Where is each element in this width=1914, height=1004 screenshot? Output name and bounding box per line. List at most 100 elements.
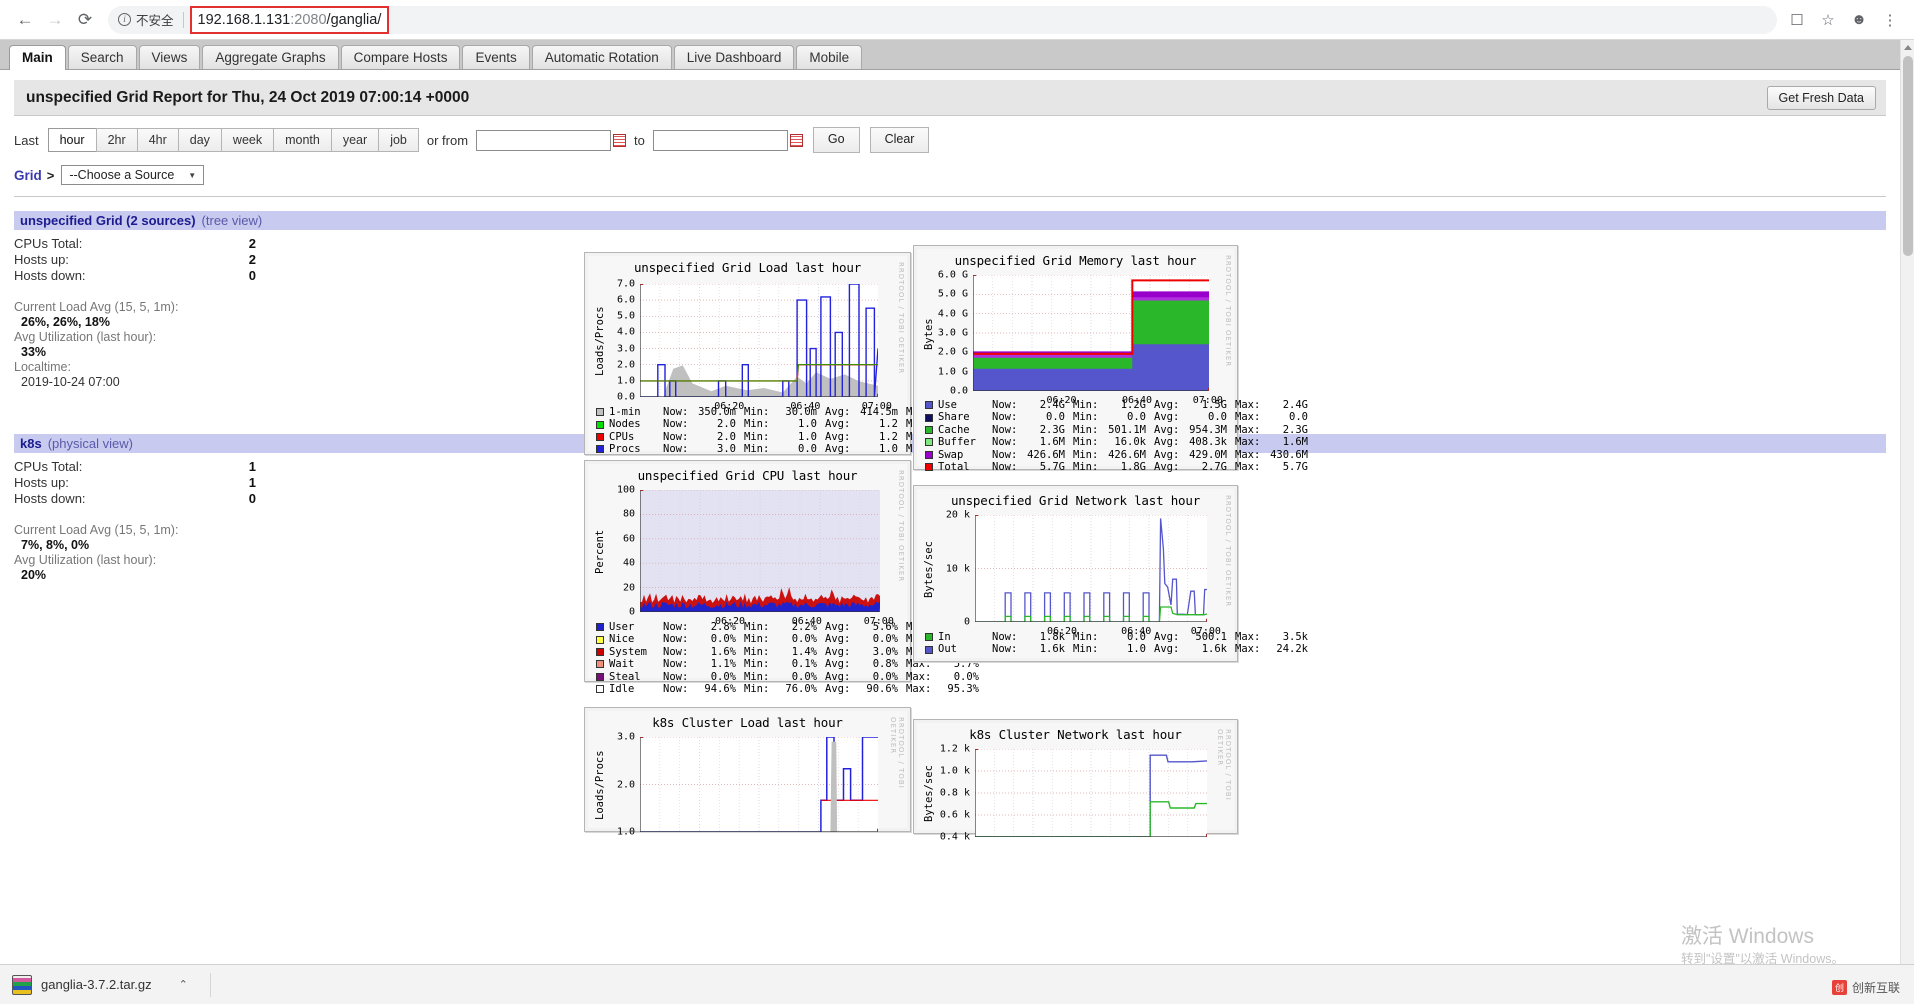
profile-icon[interactable]: ☻ [1845, 6, 1873, 34]
legend-stat-label: Min: [744, 430, 770, 443]
graph-title: unspecified Grid Network last hour [950, 493, 1201, 508]
legend-row: Idle Now: 94.6% Min: 76.0% Avg: 90.6% Max: 95.3% [596, 683, 987, 695]
legend-stat-label: Avg: [825, 443, 851, 456]
legend-stat-value: 0.0 [1127, 631, 1146, 643]
graph-title: unspecified Grid CPU last hour [637, 468, 858, 483]
tab-events[interactable]: Events [462, 45, 530, 69]
legend-stat-label: Min: [1073, 399, 1099, 411]
y-axis-tick: 0.0 [949, 385, 968, 397]
graph-panel-grid-cpu[interactable]: unspecified Grid CPU last hour RRDTOOL / … [584, 460, 979, 695]
vertical-scrollbar[interactable] [1900, 40, 1914, 1004]
chevron-up-icon[interactable]: ⌃ [179, 978, 188, 991]
legend-series-name: Cache [938, 423, 970, 436]
plot-svg [640, 490, 880, 612]
go-button[interactable]: Go [812, 127, 860, 153]
legend-stat-label: Avg: [1154, 643, 1180, 656]
graph-panel-grid-network[interactable]: unspecified Grid Network last hour RRDTOO… [913, 485, 1308, 662]
tab-views[interactable]: Views [138, 45, 201, 69]
legend-stat-value: 414.5m [860, 406, 898, 418]
address-bar[interactable]: i 不安全 192.168.1.131:2080/ganglia/ [108, 5, 1777, 34]
tab-live-dashboard[interactable]: Live Dashboard [673, 45, 795, 69]
legend-stat-label: Now: [992, 631, 1018, 643]
rrdtool-watermark: RRDTOOL / TOBI OETIKER [1224, 255, 1232, 368]
tab-search[interactable]: Search [67, 45, 137, 69]
y-axis-tick: 0.4 k [939, 831, 970, 843]
legend-row: Steal Now: 0.0% Min: 0.0% Avg: 0.0% Max: 0.0% [596, 671, 987, 683]
back-arrow-icon[interactable]: ← [10, 5, 40, 35]
forward-arrow-icon[interactable]: → [40, 5, 70, 35]
calendar-icon-to[interactable] [789, 133, 803, 147]
to-date-input[interactable] [652, 129, 788, 151]
legend-stat-value: 0.0% [953, 670, 979, 683]
graph-panel-k8s-network[interactable]: k8s Cluster Network last hour RRDTOOL / T… [913, 719, 1238, 843]
reload-icon[interactable]: ⟳ [70, 5, 100, 35]
range-button-day[interactable]: day [177, 127, 221, 152]
clear-button[interactable]: Clear [869, 127, 930, 153]
range-button-group: hour 2hr 4hr day week month year job [47, 127, 419, 152]
graph-panel-k8s-load[interactable]: k8s Cluster Load last hour RRDTOOL / TOBI… [584, 707, 911, 838]
download-bar: ganglia-3.7.2.tar.gz ⌃ 创 创新互联 [0, 964, 1914, 1004]
series-trace [640, 737, 878, 832]
graph-panel-grid-load[interactable]: unspecified Grid Load last hour RRDTOOL /… [584, 252, 979, 456]
section-view-link[interactable]: (tree view) [202, 213, 263, 228]
legend-stat-value: 1.8k [1039, 631, 1065, 643]
range-button-week[interactable]: week [220, 127, 274, 152]
legend-stat-value: 1.6k [1201, 643, 1227, 656]
legend-stat-label: Avg: [1154, 631, 1180, 643]
range-button-year[interactable]: year [330, 127, 379, 152]
plot-area [640, 284, 878, 397]
legend-series-name: System [609, 645, 647, 658]
legend-stat-label: Now: [992, 461, 1018, 474]
legend-stat-value: 0.0 [798, 443, 817, 456]
legend-stat-label: Now: [663, 418, 689, 431]
legend-row: Out Now: 1.6k Min: 1.0 Avg: 1.6k Max: 24.2k [925, 643, 1316, 655]
legend-stat-label: Avg: [825, 645, 851, 658]
legend-stat-value: 2.2% [791, 621, 817, 633]
calendar-icon-from[interactable] [613, 133, 627, 147]
grid-breadcrumb-link[interactable]: Grid [14, 168, 42, 183]
y-axis-tick: 20 k [945, 509, 970, 521]
legend-stat-label: Now: [992, 399, 1018, 411]
section-view-link[interactable]: (physical view) [48, 436, 133, 451]
range-button-4hr[interactable]: 4hr [136, 127, 178, 152]
menu-icon[interactable]: ⋮ [1876, 6, 1904, 34]
cast-icon[interactable]: ☐ [1783, 6, 1811, 34]
legend-stat-value: 0.0% [791, 670, 817, 683]
legend-stat-value: 0.0% [872, 670, 898, 683]
legend-stat-value: 0.0 [1046, 411, 1065, 424]
archive-icon [12, 974, 32, 995]
legend-stat-value: 90.6% [866, 683, 898, 696]
tab-compare-hosts[interactable]: Compare Hosts [340, 45, 461, 69]
legend-stat-label: Min: [1073, 423, 1099, 436]
graph-panel-grid-memory[interactable]: unspecified Grid Memory last hour RRDTOOL… [913, 245, 1308, 474]
brand-badge: 创 创新互联 [1831, 979, 1900, 996]
breadcrumb-separator: > [46, 167, 55, 183]
graph-inner: unspecified Grid CPU last hour RRDTOOL / … [588, 464, 979, 695]
tab-aggregate-graphs[interactable]: Aggregate Graphs [202, 45, 339, 69]
get-fresh-data-button[interactable]: Get Fresh Data [1766, 85, 1876, 110]
legend-stat-value: 0.0% [710, 633, 736, 646]
bookmark-star-icon[interactable]: ☆ [1814, 6, 1842, 34]
brand-mark: 创 [1831, 980, 1847, 995]
choose-source-select[interactable]: --Choose a Source ▼ [61, 165, 205, 185]
tab-main[interactable]: Main [9, 45, 66, 70]
from-date-input[interactable] [476, 129, 612, 151]
range-button-2hr[interactable]: 2hr [95, 127, 137, 152]
legend-stat-label: Min: [1073, 436, 1099, 449]
plot-svg [973, 275, 1209, 391]
plot-svg [975, 749, 1207, 837]
range-button-job[interactable]: job [378, 127, 419, 152]
legend-stat-value: 3.0% [872, 645, 898, 658]
legend-stat-label: Max: [906, 670, 932, 683]
legend-stat-label: Max: [1235, 643, 1261, 656]
range-button-month[interactable]: month [273, 127, 331, 152]
legend-series-name: User [609, 621, 635, 633]
download-item[interactable]: ganglia-3.7.2.tar.gz ⌃ [12, 974, 188, 995]
site-info[interactable]: i 不安全 [118, 10, 181, 29]
range-button-hour[interactable]: hour [47, 127, 96, 152]
tab-automatic-rotation[interactable]: Automatic Rotation [531, 45, 672, 69]
scroll-up-icon[interactable] [1904, 45, 1912, 50]
legend-stat-value: 3.0 [717, 443, 736, 456]
tab-mobile[interactable]: Mobile [796, 45, 863, 69]
scrollbar-thumb[interactable] [1903, 56, 1913, 256]
